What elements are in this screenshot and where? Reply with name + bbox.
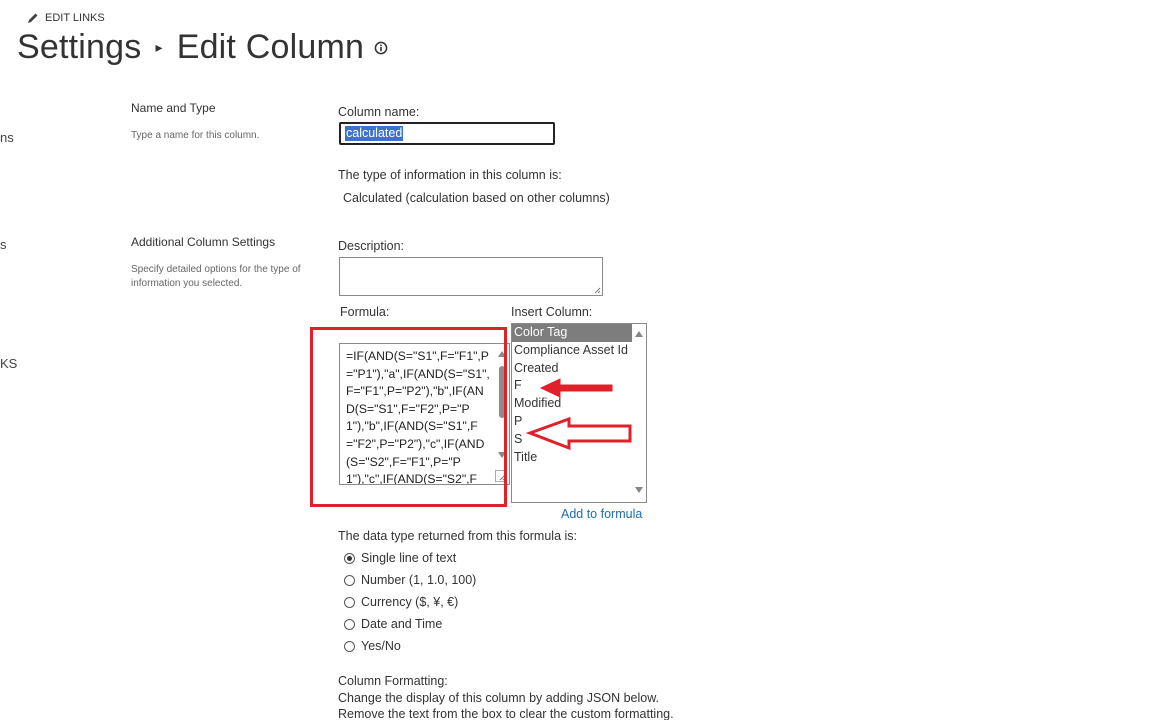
list-item[interactable]: F — [512, 377, 632, 395]
list-item[interactable]: Created — [512, 360, 632, 378]
list-item[interactable]: S — [512, 431, 632, 449]
formula-label: Formula: — [340, 305, 390, 319]
radio-button[interactable] — [344, 596, 355, 608]
annotation-highlight-box — [310, 327, 507, 507]
list-item[interactable]: Title — [512, 449, 632, 467]
column-formatting-title: Column Formatting: — [338, 674, 448, 688]
type-info-value: Calculated (calculation based on other c… — [343, 191, 610, 205]
resize-grip-icon[interactable] — [593, 286, 601, 294]
column-name-input[interactable]: calculated — [339, 122, 555, 145]
breadcrumb-edit-column: Edit Column — [176, 28, 365, 66]
chevron-right-icon: ▸ — [155, 39, 163, 55]
additional-settings-section-title: Additional Column Settings — [131, 235, 276, 249]
edit-links-label: EDIT LINKS — [45, 12, 105, 24]
additional-settings-section-description: Specify detailed options for the type of… — [131, 264, 301, 289]
radio-currency[interactable]: Currency ($, ¥, €) — [344, 595, 458, 609]
radio-label: Date and Time — [361, 617, 443, 631]
radio-label: Currency ($, ¥, €) — [361, 595, 459, 609]
radio-single-line-text[interactable]: Single line of text — [344, 551, 456, 565]
radio-label: Yes/No — [361, 639, 401, 653]
radio-yes-no[interactable]: Yes/No — [344, 639, 401, 653]
column-formatting-line1: Change the display of this column by add… — [338, 691, 660, 705]
list-item[interactable]: Color Tag — [512, 324, 632, 342]
name-type-section-title: Name and Type — [131, 101, 216, 115]
scroll-down-icon[interactable] — [635, 487, 643, 493]
left-nav-fragment[interactable]: KS — [0, 356, 17, 371]
insert-column-scrollbar[interactable] — [632, 324, 646, 502]
edit-column-page: EDIT LINKS Settings ▸ Edit Column ns s K… — [0, 0, 1164, 720]
list-item[interactable]: P — [512, 413, 632, 431]
column-name-value: calculated — [345, 126, 404, 141]
column-formatting-line2: Remove the text from the box to clear th… — [338, 707, 674, 720]
radio-button[interactable] — [344, 552, 355, 564]
insert-column-label: Insert Column: — [511, 305, 593, 319]
add-to-formula-link[interactable]: Add to formula — [561, 507, 642, 521]
list-item[interactable]: Compliance Asset Id — [512, 342, 632, 360]
type-info-label: The type of information in this column i… — [338, 168, 562, 182]
breadcrumb-settings[interactable]: Settings — [17, 28, 141, 67]
info-icon[interactable] — [374, 41, 388, 55]
radio-button[interactable] — [344, 640, 355, 652]
edit-links-button[interactable]: EDIT LINKS — [27, 12, 105, 24]
radio-button[interactable] — [344, 574, 355, 586]
scroll-up-icon[interactable] — [635, 331, 643, 337]
description-label: Description: — [338, 239, 404, 253]
description-textarea[interactable] — [339, 257, 603, 296]
list-item[interactable]: Modified — [512, 395, 632, 413]
page-title: Settings ▸ Edit Column — [17, 28, 388, 67]
column-name-label: Column name: — [338, 105, 420, 119]
left-nav-fragment[interactable]: ns — [0, 130, 14, 145]
insert-column-listbox[interactable]: Color Tag Compliance Asset Id Created F … — [511, 323, 647, 503]
radio-date-time[interactable]: Date and Time — [344, 617, 442, 631]
name-type-section-description: Type a name for this column. — [131, 130, 260, 141]
radio-number[interactable]: Number (1, 1.0, 100) — [344, 573, 476, 587]
radio-button[interactable] — [344, 618, 355, 630]
pencil-icon — [28, 13, 38, 23]
radio-label: Single line of text — [361, 551, 457, 565]
radio-label: Number (1, 1.0, 100) — [361, 573, 477, 587]
left-nav-fragment[interactable]: s — [0, 237, 7, 252]
return-type-label: The data type returned from this formula… — [338, 529, 577, 543]
